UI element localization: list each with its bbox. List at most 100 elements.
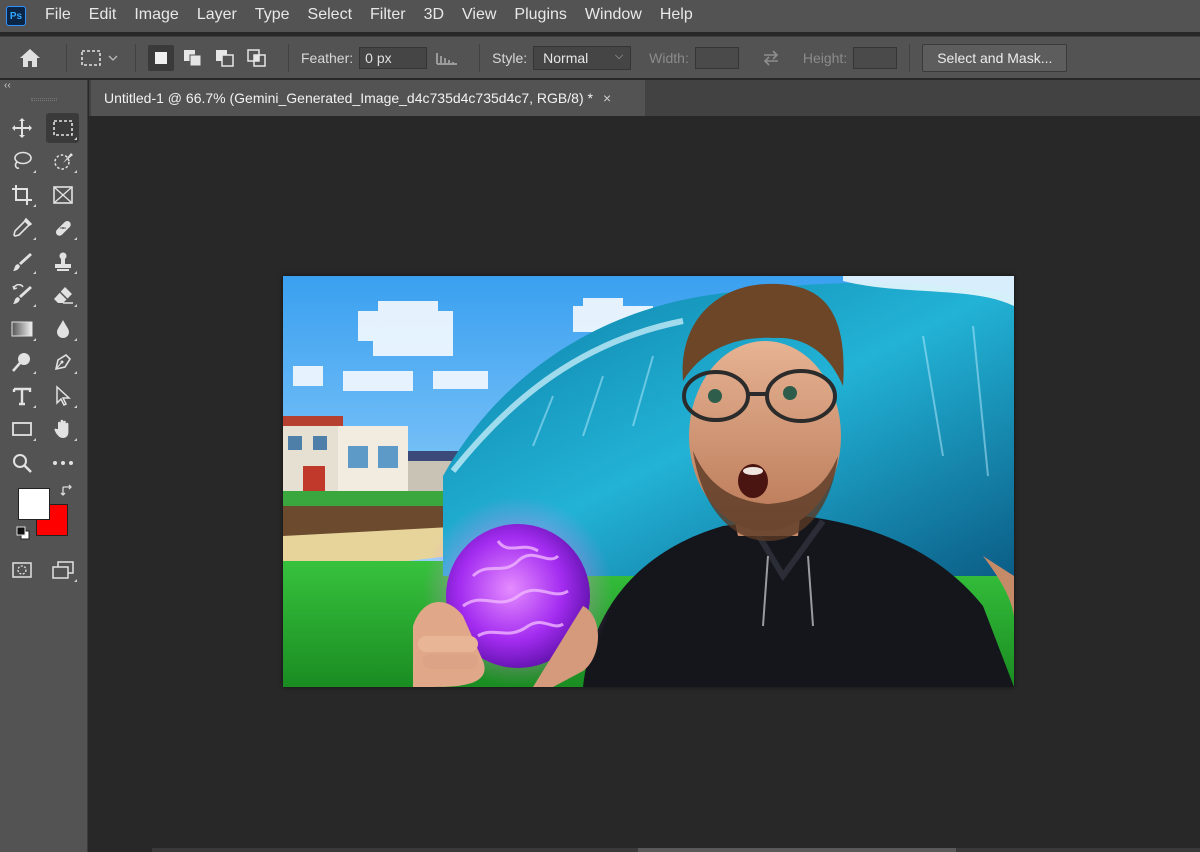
move-tool[interactable] xyxy=(5,113,38,143)
height-label: Height: xyxy=(802,49,848,66)
document-tab-bar: Untitled-1 @ 66.7% (Gemini_Generated_Ima… xyxy=(89,80,1200,116)
type-icon xyxy=(12,387,31,405)
home-button[interactable] xyxy=(0,44,60,72)
tools-panel: ‹‹ xyxy=(0,80,88,852)
feather-label: Feather: xyxy=(301,49,354,66)
stamp-icon xyxy=(54,252,71,271)
subtract-from-selection-button[interactable] xyxy=(212,45,238,71)
select-and-mask-button[interactable]: Select and Mask... xyxy=(922,43,1068,72)
eraser-tool[interactable] xyxy=(46,280,79,310)
tool-row xyxy=(0,379,87,413)
menu-file[interactable]: File xyxy=(36,0,80,32)
eyedropper-tool[interactable] xyxy=(5,213,38,243)
more-tools-indicator xyxy=(74,579,77,583)
menu-type[interactable]: Type xyxy=(246,0,299,32)
subtract-selection-icon xyxy=(216,49,234,67)
close-tab-icon[interactable]: × xyxy=(603,90,611,106)
object-selection-tool[interactable] xyxy=(46,146,79,176)
tool-preset-picker[interactable] xyxy=(75,44,123,72)
quick-mask-button[interactable] xyxy=(5,555,38,585)
type-tool[interactable] xyxy=(5,381,38,411)
scrollbar-thumb[interactable] xyxy=(638,848,956,852)
dodge-tool[interactable] xyxy=(5,347,38,377)
more-tools-indicator xyxy=(74,237,77,241)
menu-filter[interactable]: Filter xyxy=(361,0,415,32)
screen-mode-button[interactable] xyxy=(46,555,79,585)
swap-colors-icon[interactable] xyxy=(60,484,74,498)
lasso-tool[interactable] xyxy=(5,146,38,176)
intersect-selection-button[interactable] xyxy=(244,45,270,71)
panel-grip[interactable] xyxy=(30,98,57,101)
rectangle-tool[interactable] xyxy=(5,414,38,444)
document-canvas-image[interactable] xyxy=(283,276,1014,687)
hand-tool[interactable] xyxy=(46,414,79,444)
foreground-color-swatch[interactable] xyxy=(18,487,50,520)
frame-tool[interactable] xyxy=(46,180,79,210)
menu-help[interactable]: Help xyxy=(651,0,702,32)
more-dots-icon xyxy=(52,460,73,465)
menu-select[interactable]: Select xyxy=(299,0,361,32)
style-label: Style: xyxy=(492,49,528,66)
quick-mask-icon xyxy=(11,562,32,578)
more-tools-indicator xyxy=(74,337,77,341)
width-input[interactable] xyxy=(694,46,739,69)
height-input[interactable] xyxy=(853,46,898,69)
eraser-icon xyxy=(53,287,73,304)
brush-icon xyxy=(12,252,32,271)
history-brush-icon xyxy=(11,284,32,305)
tool-row xyxy=(0,245,87,279)
menu-view[interactable]: View xyxy=(453,0,505,32)
crop-tool[interactable] xyxy=(5,180,38,210)
menu-layer[interactable]: Layer xyxy=(188,0,246,32)
document-tab-title: Untitled-1 @ 66.7% (Gemini_Generated_Ima… xyxy=(104,90,593,106)
home-icon xyxy=(20,48,40,67)
photoshop-logo-icon: Ps xyxy=(6,6,26,26)
rectangular-marquee-tool[interactable] xyxy=(46,112,79,143)
pen-tool[interactable] xyxy=(46,347,79,377)
tool-row xyxy=(0,111,87,145)
more-tools-indicator xyxy=(74,438,77,442)
menu-plugins[interactable]: Plugins xyxy=(505,0,575,32)
intersect-selection-icon xyxy=(247,48,266,67)
add-to-selection-button[interactable] xyxy=(180,45,206,71)
separator xyxy=(479,43,481,72)
menu-3d[interactable]: 3D xyxy=(415,0,453,32)
horizontal-scrollbar[interactable] xyxy=(152,848,1200,852)
blur-tool[interactable] xyxy=(46,314,79,344)
zoom-tool[interactable] xyxy=(5,448,38,478)
new-selection-button[interactable] xyxy=(148,44,174,71)
more-tools-indicator xyxy=(74,371,77,375)
more-tools-indicator xyxy=(33,371,36,375)
collapse-panel-button[interactable]: ‹‹ xyxy=(0,80,87,94)
crop-icon xyxy=(11,184,32,205)
style-select[interactable]: Normal ⌵ xyxy=(533,45,632,70)
menu-image[interactable]: Image xyxy=(125,0,187,32)
tool-row xyxy=(0,145,87,179)
spot-healing-tool[interactable] xyxy=(46,213,79,243)
more-tools-indicator xyxy=(74,170,77,174)
pen-icon xyxy=(54,354,71,371)
menu-edit[interactable]: Edit xyxy=(80,0,126,32)
swap-width-height-button[interactable] xyxy=(739,44,803,72)
feather-input[interactable]: 0 px xyxy=(359,46,428,69)
color-swatches xyxy=(0,484,87,554)
brush-tool[interactable] xyxy=(5,247,38,277)
tool-row xyxy=(0,446,87,480)
thumbnail-artwork xyxy=(283,276,1014,687)
drop-icon xyxy=(56,319,69,338)
menu-window[interactable]: Window xyxy=(576,0,651,32)
chevron-down-icon: ⌵ xyxy=(614,49,624,62)
clone-stamp-tool[interactable] xyxy=(46,247,79,277)
anti-alias-toggle[interactable] xyxy=(427,44,467,72)
document-tab[interactable]: Untitled-1 @ 66.7% (Gemini_Generated_Ima… xyxy=(91,80,645,116)
tool-row xyxy=(0,279,87,313)
history-brush-tool[interactable] xyxy=(5,280,38,310)
lasso-icon xyxy=(13,151,32,170)
quick-selection-icon xyxy=(53,153,73,170)
tool-row xyxy=(0,346,87,380)
more-tools-indicator xyxy=(33,237,36,241)
edit-toolbar-button[interactable] xyxy=(46,448,79,478)
default-colors-icon[interactable] xyxy=(16,526,30,540)
path-selection-tool[interactable] xyxy=(46,381,79,411)
gradient-tool[interactable] xyxy=(5,314,38,344)
